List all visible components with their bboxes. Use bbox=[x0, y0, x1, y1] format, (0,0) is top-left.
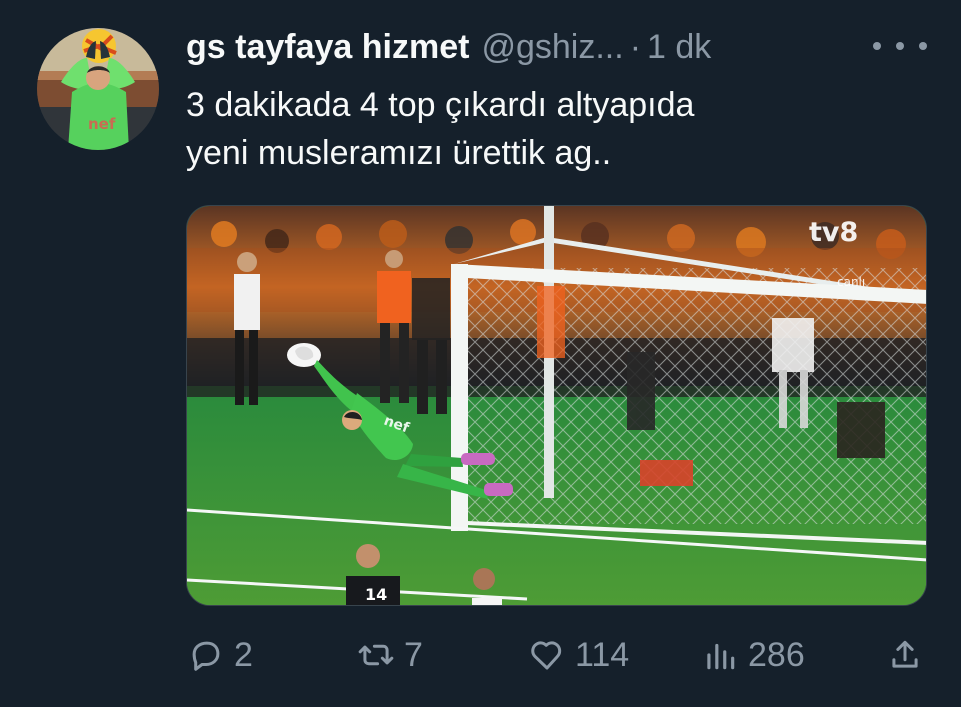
separator-dot: · bbox=[629, 28, 642, 66]
avatar[interactable]: nef bbox=[37, 28, 159, 150]
views-button[interactable]: 286 bbox=[701, 630, 805, 680]
tweet-header: gs tayfaya hizmet @gshiz... · 1 dk bbox=[186, 25, 711, 69]
channel-logo: tv8 bbox=[809, 217, 858, 248]
more-dots-icon bbox=[873, 42, 881, 50]
like-count: 114 bbox=[575, 635, 630, 674]
view-count: 286 bbox=[748, 635, 805, 674]
tweet-actions: 2 7 114 286 bbox=[187, 630, 927, 680]
tweet-text-line-1: 3 dakikada 4 top çıkardı altyapıda bbox=[186, 86, 695, 124]
player-number: 14 bbox=[365, 585, 387, 604]
more-dots-icon bbox=[919, 42, 927, 50]
reply-count: 2 bbox=[234, 635, 253, 674]
football-goal-photo: nef 14 tv8 canlı bbox=[187, 206, 926, 605]
retweet-count: 7 bbox=[404, 635, 423, 674]
more-dots-icon bbox=[896, 42, 904, 50]
live-label: canlı bbox=[837, 275, 865, 289]
tweet-text-line-2: yeni musleramızı ürettik ag.. bbox=[186, 134, 612, 172]
tweet-media[interactable]: nef 14 tv8 canlı bbox=[186, 205, 927, 606]
tweet-card[interactable]: nef gs tayfaya hizmet @gshiz... · 1 dk 3… bbox=[0, 0, 961, 707]
user-handle[interactable]: @gshiz... bbox=[481, 25, 623, 69]
avatar-image: nef bbox=[37, 28, 159, 150]
avatar-jersey-text: nef bbox=[88, 115, 116, 133]
display-name[interactable]: gs tayfaya hizmet bbox=[186, 25, 469, 69]
heart-icon bbox=[531, 641, 562, 670]
retweet-button[interactable]: 7 bbox=[357, 630, 423, 680]
more-options-button[interactable] bbox=[873, 28, 927, 64]
share-button[interactable] bbox=[886, 630, 924, 680]
like-button[interactable]: 114 bbox=[528, 630, 629, 680]
views-icon bbox=[707, 643, 735, 670]
reply-button[interactable]: 2 bbox=[187, 630, 253, 680]
timestamp[interactable]: 1 dk bbox=[647, 25, 711, 69]
share-icon bbox=[892, 640, 918, 668]
tweet-text: 3 dakikada 4 top çıkardı altyapıda yeni … bbox=[186, 81, 906, 177]
reply-icon bbox=[192, 641, 220, 671]
retweet-icon bbox=[358, 644, 394, 666]
